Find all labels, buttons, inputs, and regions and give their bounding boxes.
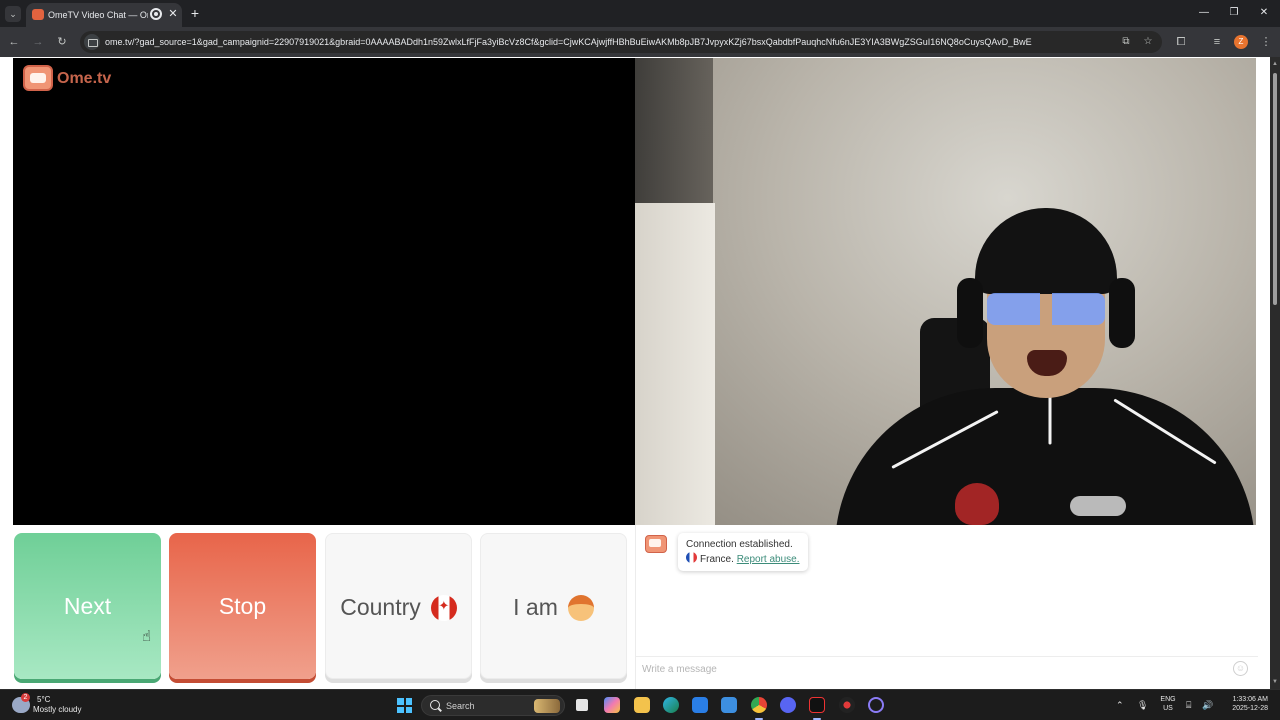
weather-desc: Mostly cloudy: [33, 705, 82, 714]
capcut-icon[interactable]: [809, 697, 825, 713]
task-view-icon[interactable]: [574, 697, 590, 713]
browser-toolbar: ← → ↻ ome.tv/?gad_source=1&gad_campaigni…: [0, 27, 1280, 57]
volume-icon[interactable]: 🔊: [1202, 699, 1213, 711]
iam-label: I am: [513, 594, 558, 620]
logo-text: Ome.tv: [57, 70, 112, 87]
close-icon[interactable]: ✕: [166, 7, 180, 21]
forward-icon[interactable]: →: [30, 34, 46, 50]
partner-location: France. Report abuse.: [686, 552, 800, 567]
jacket-crest: [955, 483, 999, 525]
copilot-icon[interactable]: [604, 697, 620, 713]
headphone-left: [957, 278, 983, 348]
gender-button[interactable]: I am: [480, 533, 627, 679]
tab-list-icon[interactable]: ⌄: [5, 6, 21, 22]
menu-icon[interactable]: ⋮: [1258, 34, 1274, 50]
show-hidden-icons-icon[interactable]: ⌃: [1116, 699, 1124, 711]
network-icon[interactable]: ⌸: [1186, 699, 1191, 711]
person-glasses: [987, 293, 1105, 325]
system-message: Connection established. France. Report a…: [678, 533, 808, 571]
extensions-icon[interactable]: ⧠: [1173, 34, 1189, 50]
hand-cursor-icon: ☝: [142, 628, 152, 645]
search-label: Search: [446, 701, 475, 711]
scroll-thumb[interactable]: [1273, 73, 1277, 305]
tv-logo-icon: [23, 65, 53, 91]
stop-label: Stop: [218, 593, 267, 619]
scroll-up-icon[interactable]: ▲: [1270, 59, 1280, 69]
outlook-icon[interactable]: [721, 697, 737, 713]
microphone-icon[interactable]: 🎙: [1137, 699, 1148, 711]
next-button[interactable]: Next: [14, 533, 161, 679]
lang-top: ENG: [1160, 696, 1176, 703]
next-label: Next: [63, 593, 112, 619]
windows-start-icon[interactable]: [397, 698, 412, 713]
person-cap: [975, 208, 1117, 294]
local-video: Ome.tv: [13, 58, 635, 525]
back-icon[interactable]: ←: [6, 34, 22, 50]
app-icon[interactable]: [868, 697, 884, 713]
lang-bottom: US: [1163, 705, 1173, 712]
browser-tab[interactable]: OmeTV Video Chat — Omegle ✕: [26, 3, 182, 27]
ometv-logo[interactable]: Ome.tv: [23, 65, 123, 93]
close-window-icon[interactable]: ✕: [1256, 5, 1272, 21]
maximize-icon[interactable]: ❐: [1226, 5, 1242, 21]
video-background-wall: [635, 203, 715, 525]
browser-tab-bar: ⌄ OmeTV Video Chat — Omegle ✕ + — ❐ ✕: [0, 0, 1280, 27]
discord-icon[interactable]: [780, 697, 796, 713]
chrome-icon[interactable]: [751, 697, 767, 713]
message-input[interactable]: [642, 660, 1222, 678]
notification-badge: 2: [21, 693, 30, 702]
taskbar: 2 5°C Mostly cloudy Search ⌃ 🎙 ENG US ⌸ …: [0, 689, 1280, 720]
tab-title: OmeTV Video Chat — Omegle: [48, 10, 148, 20]
connection-status: Connection established.: [686, 539, 793, 550]
bookmark-star-icon[interactable]: ☆: [1141, 35, 1155, 49]
media-controls-icon[interactable]: ≡: [1209, 34, 1225, 50]
url-text[interactable]: ome.tv/?gad_source=1&gad_campaignid=2290…: [105, 35, 1115, 49]
jacket-logo: [1070, 496, 1126, 516]
app-icon[interactable]: [839, 697, 855, 713]
person-torso: [835, 388, 1255, 525]
video-background: [635, 58, 713, 208]
address-bar[interactable]: ome.tv/?gad_source=1&gad_campaignid=2290…: [80, 31, 1162, 53]
remote-video: [635, 58, 1256, 525]
taskbar-search[interactable]: Search: [421, 695, 565, 716]
clock-time: 1:33:06 AM: [1232, 696, 1268, 703]
message-input-area: ☺: [636, 656, 1258, 680]
edge-icon[interactable]: [663, 697, 679, 713]
clock[interactable]: 1:33:06 AM 2025-12-28: [1222, 695, 1268, 713]
recording-indicator-icon: [150, 8, 162, 20]
emoji-icon[interactable]: ☺: [1233, 661, 1248, 676]
minimize-icon[interactable]: —: [1196, 5, 1212, 21]
reload-icon[interactable]: ↻: [54, 34, 70, 50]
page-scrollbar[interactable]: ▲ ▼: [1270, 57, 1280, 689]
ometv-page: Ome.tv Next Stop Country I am: [0, 57, 1270, 689]
boy-avatar-icon: [567, 594, 594, 621]
microsoft-store-icon[interactable]: [692, 697, 708, 713]
site-info-icon[interactable]: [84, 34, 100, 50]
report-abuse-link[interactable]: Report abuse.: [737, 554, 800, 565]
clock-date: 2025-12-28: [1232, 705, 1268, 712]
ometv-favicon-icon: [32, 9, 44, 20]
partner-country: France.: [700, 554, 734, 565]
search-highlight-icon: [534, 699, 560, 713]
file-explorer-icon[interactable]: [634, 697, 650, 713]
language-indicator[interactable]: ENG US: [1160, 695, 1176, 713]
chat-panel: Connection established. France. Report a…: [635, 525, 1258, 689]
new-tab-icon[interactable]: +: [188, 5, 202, 21]
install-app-icon[interactable]: ⧉: [1119, 35, 1133, 49]
headphone-right: [1109, 278, 1135, 348]
france-flag-icon: [686, 552, 697, 563]
country-label: Country: [340, 594, 421, 620]
stop-button[interactable]: Stop: [169, 533, 316, 679]
ometv-chat-logo-icon: [645, 535, 667, 553]
scroll-down-icon[interactable]: ▼: [1270, 677, 1280, 687]
country-button[interactable]: Country: [325, 533, 472, 679]
canada-flag-icon: [430, 594, 457, 621]
weather-temp: 5°C: [37, 695, 51, 704]
profile-avatar[interactable]: Z: [1234, 35, 1248, 49]
search-icon: [430, 700, 440, 710]
